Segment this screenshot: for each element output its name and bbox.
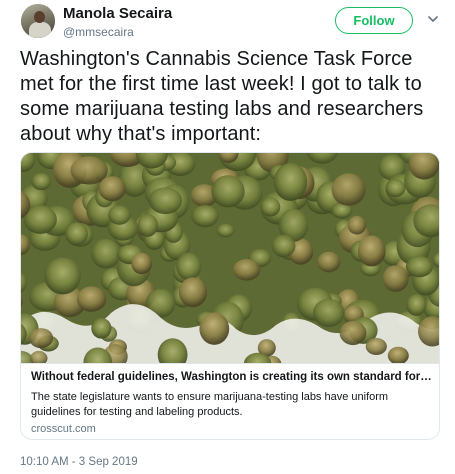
tweet-timestamp[interactable]: 10:10 AM - 3 Sep 2019 [20,456,138,468]
tweet-text: Washington's Cannabis Science Task Force… [20,48,424,145]
card-description: The state legislature wants to ensure ma… [31,391,389,418]
avatar[interactable] [21,4,55,38]
tweet-header: Manola Secaira @mmsecaira Follow [0,0,455,52]
link-card[interactable]: Without federal guidelines, Washington i… [20,152,440,440]
author-name[interactable]: Manola Secaira [63,5,172,22]
author-handle[interactable]: @mmsecaira [63,25,134,39]
cannabis-photo [21,153,439,363]
card-title[interactable]: Without federal guidelines, Washington i… [31,371,433,383]
card-image [21,153,439,363]
card-domain[interactable]: crosscut.com [31,423,96,435]
chevron-down-icon[interactable] [426,12,440,26]
follow-button[interactable]: Follow [335,7,413,34]
card-body: Without federal guidelines, Washington i… [21,363,439,439]
